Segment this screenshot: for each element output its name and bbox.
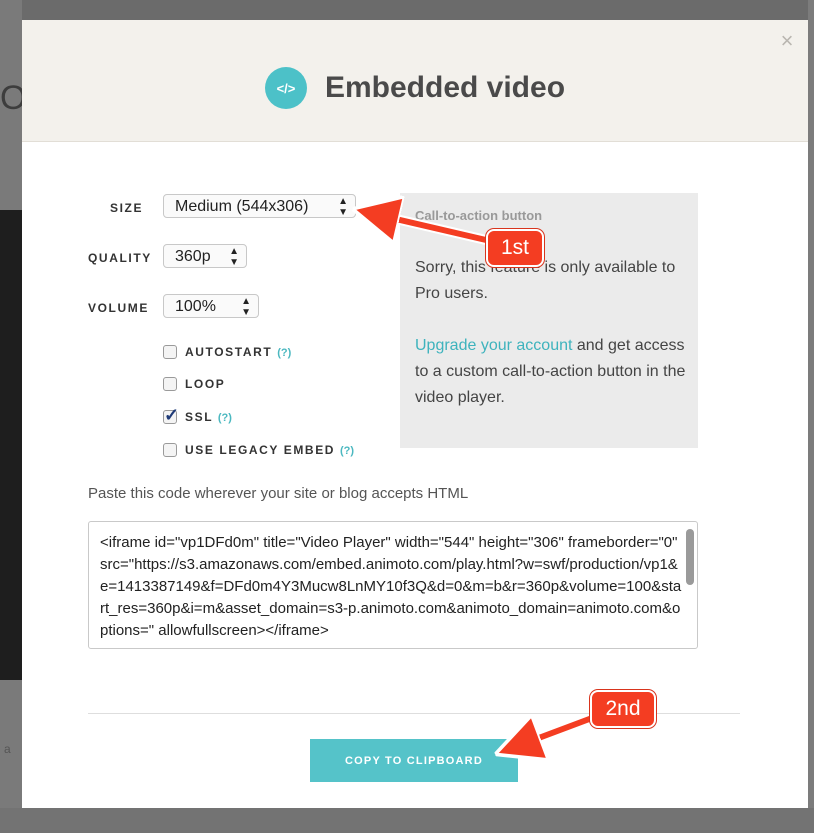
annotation-first-callout: 1st bbox=[486, 229, 544, 267]
annotation-arrows bbox=[0, 0, 605, 833]
screen: O a OPTIONS × </> Embedded video SIZE Me… bbox=[0, 0, 814, 833]
arrow-first-fill bbox=[370, 213, 487, 240]
annotation-second-callout: 2nd bbox=[590, 690, 656, 728]
arrow-second-fill bbox=[512, 712, 602, 748]
